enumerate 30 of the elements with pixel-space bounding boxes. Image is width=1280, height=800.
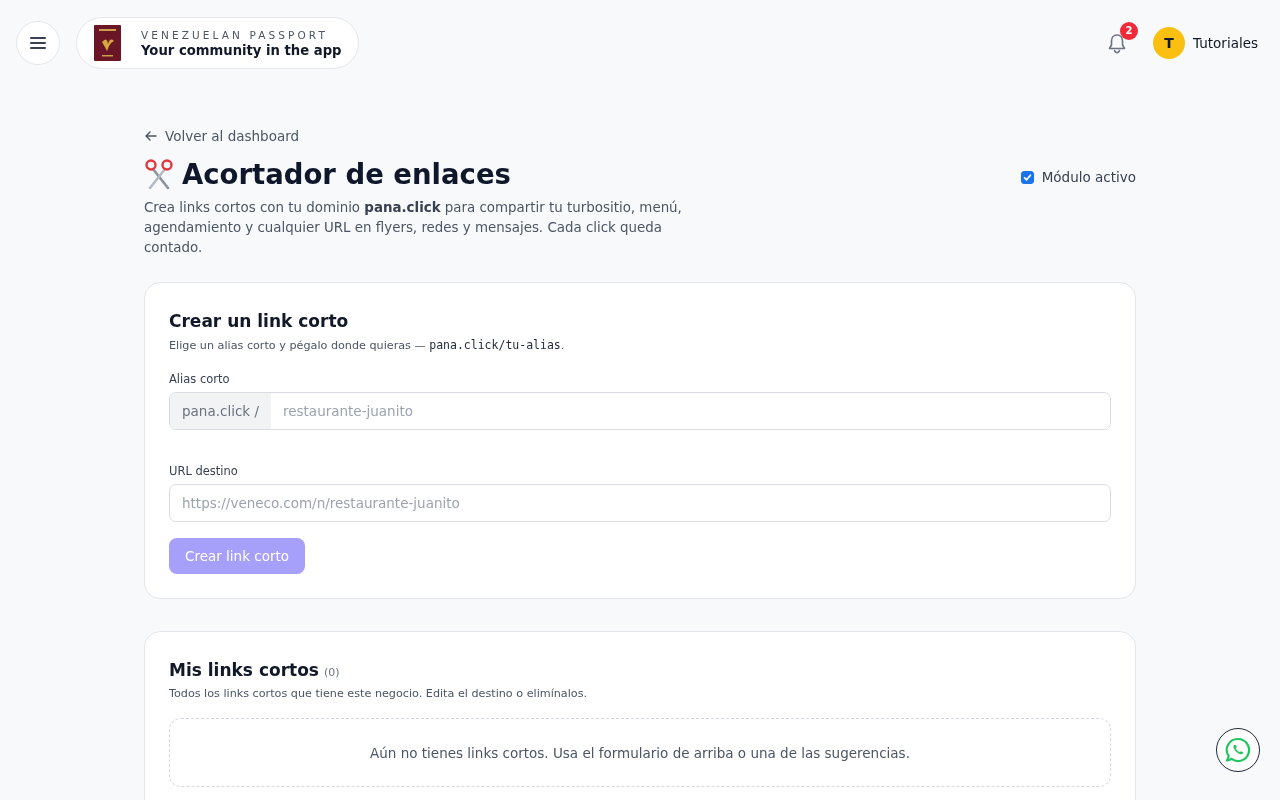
menu-button[interactable] [16, 21, 60, 65]
brand-title: Your community in the app [141, 41, 342, 59]
input-field[interactable]: https://veneco.com/n/restaurante-juanito [169, 484, 1111, 522]
whatsapp-button[interactable] [1216, 728, 1260, 772]
field-label: Alias corto [169, 371, 230, 387]
arrow-left-icon [145, 131, 157, 141]
card-title: Crear un link corto [169, 310, 349, 333]
user-menu[interactable]: T Tutoriales [1153, 27, 1258, 59]
back-link[interactable]: Volver al dashboard [144, 128, 300, 144]
whatsapp-icon [1225, 737, 1251, 763]
notifications-button[interactable] [1107, 32, 1128, 54]
card-subtitle: Todos los links cortos que tiene este negocio. Edita el destino o elimínalos. [169, 686, 588, 702]
card-title: Mis links cortos [169, 659, 319, 682]
brand-overline: VENEZUELAN PASSPORT [141, 27, 328, 42]
bell-icon [1107, 32, 1128, 54]
user-avatar: T [1153, 27, 1186, 59]
brand-pill[interactable]: VENEZUELAN PASSPORT Your community in the app [76, 17, 359, 69]
menu-icon [30, 37, 46, 49]
input-field[interactable]: pana.click / restaurante-juanito [169, 392, 1111, 430]
input-prefix: pana.click / [170, 393, 271, 429]
page-title: Acortador de enlaces [182, 157, 511, 192]
card-subtitle: Elige un alias corto y pégalo donde quieras — pana.click/tu-alias. [169, 337, 565, 354]
empty-message: Aún no tienes links cortos. Usa el formulario de arriba o una de las sugerencias. [370, 744, 910, 761]
notification-badge: 2 [1120, 21, 1139, 40]
links-count: (0) [323, 666, 340, 679]
module-active-checkbox[interactable]: Módulo activo [1020, 169, 1136, 185]
passport-icon [94, 25, 121, 61]
field-label: URL destino [169, 463, 238, 479]
page-description: Crea links cortos con tu dominio pana.click para compartir tu turbositio, menú, agendamiento y cualquier URL en flyers, redes y mensajes. Cada click queda contado. [144, 199, 683, 257]
scissors-icon [144, 159, 174, 189]
